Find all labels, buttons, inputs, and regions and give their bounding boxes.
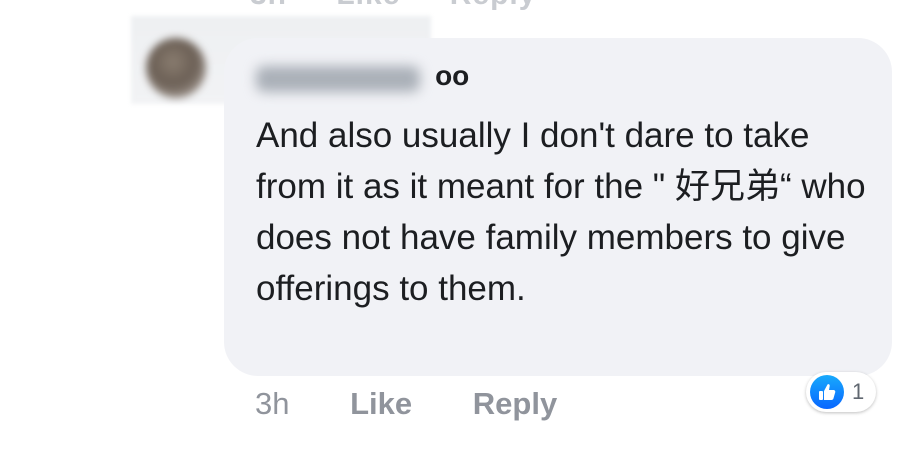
thumbs-up-icon [810,375,844,409]
previous-like-button[interactable]: Like [336,0,400,11]
author-name[interactable]: xxxxxxxxxx xoo [256,60,476,92]
comment-timestamp[interactable]: 3h [255,386,289,421]
author-name-hidden: xxxxxxxxxx x [256,60,435,91]
previous-timestamp: 3h [250,0,287,11]
like-button[interactable]: Like [350,386,412,421]
comment-actions: 3h Like Reply [255,386,609,422]
reaction-count: 1 [852,379,865,404]
reaction-summary[interactable]: 1 [806,372,877,412]
reply-button[interactable]: Reply [473,386,557,421]
previous-reply-button[interactable]: Reply [450,0,537,11]
avatar[interactable] [146,38,206,98]
comment-thread: 3h Like Reply xxxxxxxxxx xoo And also us… [0,0,923,453]
author-name-visible: oo [435,60,470,91]
previous-comment-actions: 3h Like Reply [250,0,576,12]
comment-body: And also usually I don't dare to take fr… [256,116,866,308]
